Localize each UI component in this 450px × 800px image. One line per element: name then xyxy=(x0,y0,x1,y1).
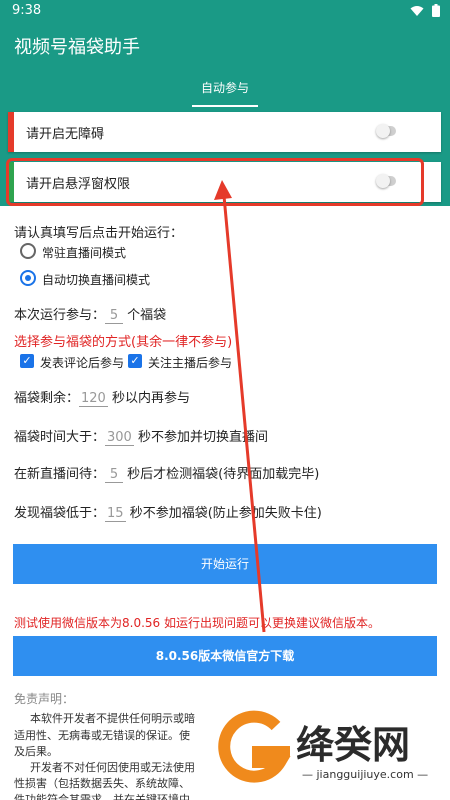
annotation-arrow xyxy=(214,180,266,633)
watermark-subtitle: — jiangguijiuye.com — xyxy=(302,768,429,781)
watermark-logo-icon xyxy=(218,710,291,783)
watermark: 绛癸网 — jiangguijiuye.com — xyxy=(210,710,450,800)
watermark-title: 绛癸网 xyxy=(296,722,411,767)
